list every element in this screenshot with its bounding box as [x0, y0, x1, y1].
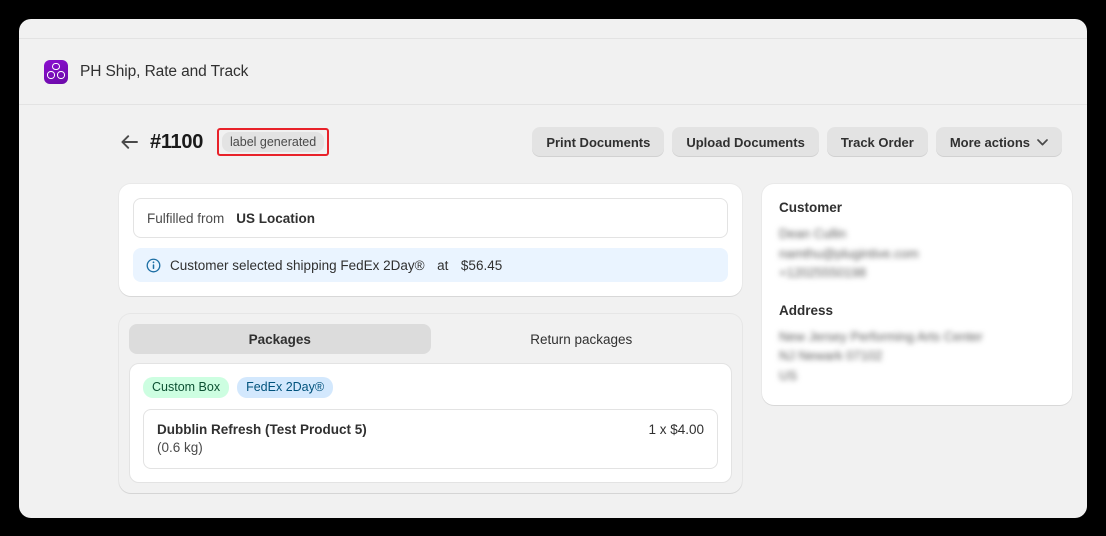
fulfilled-from-value: US Location	[236, 210, 316, 226]
customer-phone: +12025550198	[779, 265, 867, 280]
print-documents-label: Print Documents	[546, 134, 651, 150]
customer-section-title: Customer	[779, 200, 843, 215]
app-icon-dot-top	[52, 62, 60, 71]
shipping-banner-text: Customer selected shipping FedEx 2Day® a…	[170, 258, 502, 273]
shipping-banner-price: $56.45	[460, 257, 503, 273]
line-item-weight: (0.6 kg)	[157, 440, 203, 455]
tab-return-packages-label: Return packages	[530, 331, 633, 347]
tab-return-packages[interactable]: Return packages	[431, 324, 733, 354]
package-badges: Custom Box FedEx 2Day®	[143, 377, 718, 398]
package-line-item: Dubblin Refresh (Test Product 5) (0.6 kg…	[143, 409, 718, 469]
chevron-down-icon	[1037, 138, 1048, 145]
address-details: New Jersey Performing Arts Center NJ New…	[779, 327, 1055, 386]
right-column: Customer Dean Cullin namthu@plugintive.c…	[762, 184, 1072, 405]
app-icon-dot-right	[57, 71, 65, 79]
upload-documents-label: Upload Documents	[686, 134, 805, 150]
page-header: #1100 label generated Print Documents Up…	[19, 125, 1087, 159]
status-badge-highlight: label generated	[217, 128, 330, 156]
customer-card: Customer Dean Cullin namthu@plugintive.c…	[762, 184, 1072, 405]
app-title: PH Ship, Rate and Track	[80, 62, 249, 80]
app-titlebar: PH Ship, Rate and Track	[19, 38, 1087, 105]
address-line-2: NJ Newark 07102	[779, 348, 883, 363]
more-actions-button[interactable]: More actions	[935, 127, 1062, 157]
shipping-banner-prefix: Customer selected shipping	[170, 257, 337, 273]
address-line-3: US	[779, 367, 798, 383]
fulfilled-from-label: Fulfilled from	[147, 210, 225, 226]
packages-card: Packages Return packages Custom Box FedE…	[119, 314, 742, 493]
info-circle-icon	[146, 258, 161, 272]
badge-shipping-service: FedEx 2Day®	[237, 377, 334, 398]
app-window: PH Ship, Rate and Track #1100 label gene…	[19, 19, 1087, 518]
more-actions-label: More actions	[949, 134, 1030, 150]
line-item-text: Dubblin Refresh (Test Product 5) (0.6 kg…	[157, 421, 367, 456]
shipping-info-banner: Customer selected shipping FedEx 2Day® a…	[133, 248, 728, 282]
customer-details: Dean Cullin namthu@plugintive.com +12025…	[779, 224, 1055, 283]
customer-email: namthu@plugintive.com	[779, 245, 919, 261]
arrow-left-icon	[120, 135, 138, 149]
track-order-button[interactable]: Track Order	[826, 127, 928, 157]
fulfilled-from-row: Fulfilled from US Location	[133, 198, 728, 238]
upload-documents-button[interactable]: Upload Documents	[672, 127, 819, 157]
customer-name: Dean Cullin	[779, 226, 847, 241]
print-documents-button[interactable]: Print Documents	[532, 127, 665, 157]
track-order-label: Track Order	[840, 134, 914, 150]
address-section-title: Address	[779, 302, 834, 318]
page-body: #1100 label generated Print Documents Up…	[19, 106, 1087, 518]
back-button[interactable]	[119, 132, 139, 152]
line-item-price: 1 x $4.00	[648, 422, 704, 437]
main-content: Fulfilled from US Location Customer sele…	[119, 184, 1072, 518]
tab-packages-label: Packages	[248, 331, 311, 347]
status-badge: label generated	[222, 132, 325, 152]
left-column: Fulfilled from US Location Customer sele…	[119, 184, 742, 493]
header-actions: Print Documents Upload Documents Track O…	[532, 127, 1062, 157]
shipping-banner-service: FedEx 2Day®	[340, 257, 425, 273]
shipping-banner-at: at	[437, 257, 449, 273]
page-title: #1100	[150, 130, 204, 153]
line-item-name: Dubblin Refresh (Test Product 5)	[157, 422, 367, 437]
packages-tabs: Packages Return packages	[129, 324, 732, 354]
app-icon-dot-left	[47, 71, 55, 79]
address-line-1: New Jersey Performing Arts Center	[779, 328, 983, 344]
package-panel: Custom Box FedEx 2Day® Dubblin Refresh (…	[129, 363, 732, 483]
app-trefoil-icon	[44, 59, 68, 84]
badge-custom-box: Custom Box	[143, 377, 230, 398]
tab-packages[interactable]: Packages	[129, 324, 431, 354]
fulfillment-card: Fulfilled from US Location Customer sele…	[119, 184, 742, 296]
